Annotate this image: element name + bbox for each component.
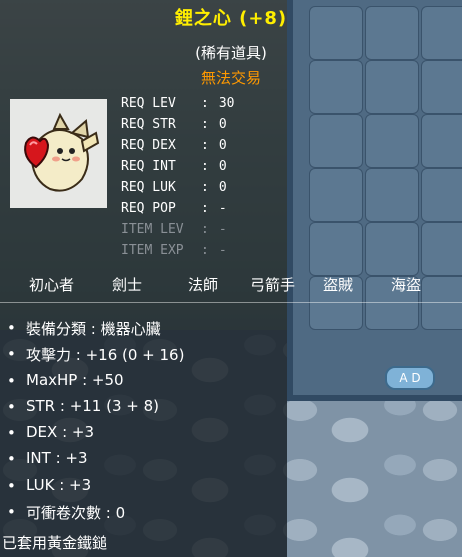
- item-level-row: ITEM LEV: -: [121, 222, 227, 237]
- inventory-slot[interactable]: [309, 222, 363, 276]
- stat-str: • STR : +11 (3 + 8): [7, 396, 160, 416]
- inventory-slot[interactable]: [365, 114, 419, 168]
- inventory-slot[interactable]: [421, 222, 462, 276]
- stat-int: • INT : +3: [7, 449, 88, 469]
- inventory-slot[interactable]: [421, 168, 462, 222]
- item-rarity: (稀有道具): [195, 44, 267, 62]
- job-magician: 法師: [188, 276, 219, 294]
- stat-upgrades-left: • 可衝卷次數 : 0: [7, 503, 126, 523]
- item-name: 鋰之心 (+8): [174, 8, 288, 29]
- job-pirate: 海盜: [391, 276, 422, 294]
- inventory-slot[interactable]: [309, 114, 363, 168]
- item-stats-list: • 裝備分類 : 機器心臟 • 攻擊力 : +16 (0 + 16) • MaxHP …: [0, 318, 300, 528]
- job-beginner: 初心者: [29, 276, 75, 294]
- golden-hammer-note: 已套用黃金鐵鎚: [2, 534, 108, 552]
- req-str-row: REQ STR: 0: [121, 117, 227, 132]
- job-list: 初心者 劍士 法師 弓箭手 盜賊 海盜: [0, 274, 460, 296]
- android-heart-icon: [24, 112, 100, 192]
- stat-luk: • LUK : +3: [7, 475, 92, 495]
- req-level-row: REQ LEV: 30: [121, 96, 235, 111]
- req-pop-row: REQ POP: -: [121, 201, 227, 216]
- job-bowman: 弓箭手: [250, 276, 296, 294]
- inventory-slot[interactable]: [365, 168, 419, 222]
- job-warrior: 劍士: [112, 276, 143, 294]
- trade-restriction: 無法交易: [200, 69, 261, 87]
- stat-equip-type: • 裝備分類 : 機器心臟: [7, 319, 161, 338]
- tooltip-divider: [0, 302, 462, 303]
- requirements-list: REQ LEV: 30 REQ STR: 0 REQ DEX: 0 REQ IN…: [121, 96, 281, 264]
- item-exp-row: ITEM EXP: -: [121, 243, 227, 258]
- stat-dex: • DEX : +3: [7, 423, 95, 443]
- req-dex-row: REQ DEX: 0: [121, 138, 227, 153]
- req-int-row: REQ INT: 0: [121, 159, 227, 174]
- inventory-ad-button[interactable]: A D: [385, 366, 435, 390]
- item-icon-frame: [10, 99, 107, 208]
- inventory-slot[interactable]: [365, 222, 419, 276]
- stat-maxhp: • MaxHP : +50: [7, 370, 124, 390]
- stat-attack: • 攻擊力 : +16 (0 + 16): [7, 345, 185, 365]
- req-luk-row: REQ LUK: 0: [121, 180, 227, 195]
- inventory-slot[interactable]: [309, 168, 363, 222]
- inventory-slot[interactable]: [421, 114, 462, 168]
- job-thief: 盜賊: [323, 276, 354, 294]
